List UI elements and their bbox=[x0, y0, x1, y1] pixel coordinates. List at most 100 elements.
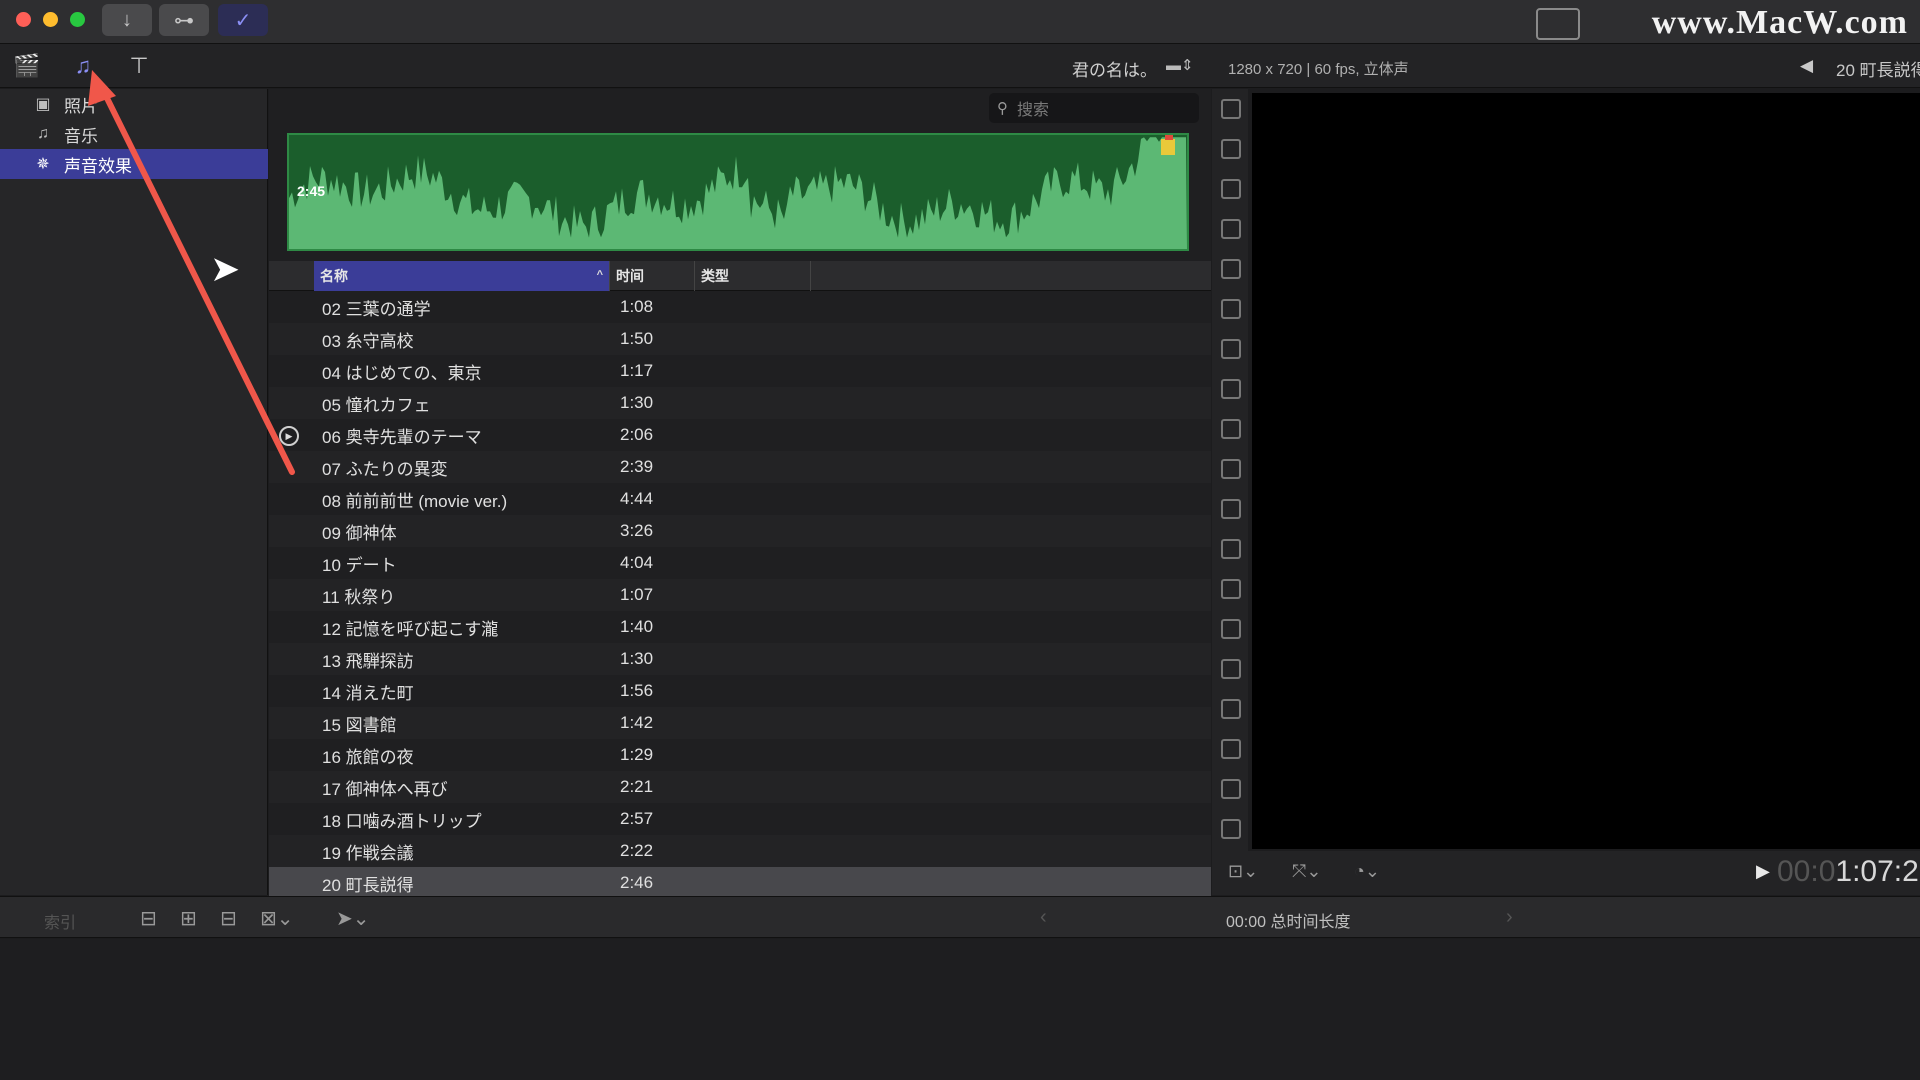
viewer-checkbox[interactable] bbox=[1221, 699, 1241, 719]
viewer-canvas[interactable] bbox=[1252, 93, 1920, 849]
track-name: 20 町長説得 bbox=[322, 875, 414, 895]
track-duration: 1:40 bbox=[620, 617, 654, 636]
viewer-checkbox[interactable] bbox=[1221, 819, 1241, 839]
waveform-graphic bbox=[289, 135, 1187, 249]
track-name: 18 口噛み酒トリップ bbox=[322, 811, 482, 831]
video-format-info: 1280 x 720 | 60 fps, 立体声 bbox=[1228, 61, 1409, 78]
play-icon[interactable]: ▶ bbox=[1756, 861, 1770, 882]
chevron-left-icon[interactable]: ‹ bbox=[1040, 906, 1047, 929]
viewer-checkbox[interactable] bbox=[1221, 739, 1241, 759]
viewer-checkbox[interactable] bbox=[1221, 619, 1241, 639]
table-row[interactable]: 20 町長説得 2:46 bbox=[269, 867, 1211, 899]
table-row[interactable]: 07 ふたりの異変 2:39 bbox=[269, 451, 1211, 483]
track-name: 07 ふたりの異変 bbox=[322, 459, 448, 479]
column-header-type[interactable]: 类型 bbox=[695, 261, 811, 291]
track-duration: 2:22 bbox=[620, 841, 654, 860]
track-duration: 3:26 bbox=[620, 521, 654, 540]
library-name[interactable]: 君の名は。 bbox=[1072, 56, 1157, 81]
background-tasks-button[interactable]: ✓ bbox=[218, 4, 268, 36]
track-name: 16 旅館の夜 bbox=[322, 747, 414, 767]
checkbox-strip bbox=[1212, 89, 1248, 851]
table-row[interactable]: 10 デート 4:04 bbox=[269, 547, 1211, 579]
viewer-checkbox[interactable] bbox=[1221, 179, 1241, 199]
table-row[interactable]: 11 秋祭り 1:07 bbox=[269, 579, 1211, 611]
sidebar-item-label: 音乐 bbox=[64, 126, 98, 146]
table-row[interactable]: 13 飛騨探訪 1:30 bbox=[269, 643, 1211, 675]
mouse-cursor-icon: ➤ bbox=[210, 248, 241, 289]
viewer-checkbox[interactable] bbox=[1221, 259, 1241, 279]
column-header-time[interactable]: 时间 bbox=[610, 261, 695, 291]
viewer-checkbox[interactable] bbox=[1221, 219, 1241, 239]
chevron-right-icon[interactable]: › bbox=[1506, 906, 1513, 929]
sidebar-item-sound-effects[interactable]: ✵ 声音效果 bbox=[0, 149, 268, 179]
viewer-checkbox[interactable] bbox=[1221, 539, 1241, 559]
viewer-checkbox[interactable] bbox=[1221, 779, 1241, 799]
connect-clip-icon[interactable]: ⊟ bbox=[140, 906, 157, 931]
audio-waveform-preview[interactable]: 2:45 bbox=[287, 133, 1189, 251]
table-row[interactable]: 15 図書館 1:42 bbox=[269, 707, 1211, 739]
overwrite-clip-icon[interactable]: ⊠⌄ bbox=[260, 906, 294, 931]
table-row[interactable]: 18 口噛み酒トリップ 2:57 bbox=[269, 803, 1211, 835]
table-row[interactable]: 08 前前前世 (movie ver.) 4:44 bbox=[269, 483, 1211, 515]
library-dropdown-icon[interactable]: ▬⇕ bbox=[1166, 56, 1194, 74]
timeline-area[interactable] bbox=[0, 939, 1920, 1080]
total-duration: 00:00 总时间长度 bbox=[1226, 914, 1351, 931]
media-browser: ⚲ 搜索 2:45 名称 ^ 时间 类型 02 三葉の通学 1:08 03 糸守高校… bbox=[269, 89, 1211, 899]
viewer-checkbox[interactable] bbox=[1221, 139, 1241, 159]
table-row[interactable]: 17 御神体へ再び 2:21 bbox=[269, 771, 1211, 803]
viewer-checkbox[interactable] bbox=[1221, 459, 1241, 479]
viewer-checkbox[interactable] bbox=[1221, 659, 1241, 679]
viewer-checkbox[interactable] bbox=[1221, 339, 1241, 359]
track-name: 10 デート bbox=[322, 555, 397, 575]
viewer-checkbox[interactable] bbox=[1221, 379, 1241, 399]
table-row[interactable]: 16 旅館の夜 1:29 bbox=[269, 739, 1211, 771]
table-row[interactable]: 12 記憶を呼び起こす瀧 1:40 bbox=[269, 611, 1211, 643]
track-name: 04 はじめての、東京 bbox=[322, 363, 482, 383]
table-row[interactable]: 04 はじめての、東京 1:17 bbox=[269, 355, 1211, 387]
table-row[interactable]: 14 消えた町 1:56 bbox=[269, 675, 1211, 707]
maximize-window-button[interactable] bbox=[70, 12, 85, 27]
viewer-controls: ⊡⌄ ⤧⌄ ◔⌄ ▶ 00:01:07:2 bbox=[1212, 851, 1920, 895]
table-row[interactable]: 02 三葉の通学 1:08 bbox=[269, 291, 1211, 323]
photos-audio-icon[interactable]: ♫ bbox=[68, 52, 98, 80]
sound-effects-icon: ✵ bbox=[36, 156, 50, 173]
minimize-window-button[interactable] bbox=[43, 12, 58, 27]
transform-tool-icon[interactable]: ⤧⌄ bbox=[1292, 861, 1321, 882]
view-options-icon[interactable]: ⊡⌄ bbox=[1228, 861, 1258, 882]
titles-generators-icon[interactable]: ⊤ bbox=[124, 52, 154, 80]
sidebar-item-music[interactable]: ♫ 音乐 bbox=[0, 119, 268, 149]
viewer-checkbox[interactable] bbox=[1221, 99, 1241, 119]
track-duration: 1:56 bbox=[620, 681, 654, 700]
play-preview-icon[interactable]: ▶ bbox=[279, 426, 299, 446]
index-button[interactable]: 索引 bbox=[44, 909, 76, 933]
table-row[interactable]: 09 御神体 3:26 bbox=[269, 515, 1211, 547]
table-row[interactable]: ▶ 06 奥寺先輩のテーマ 2:06 bbox=[269, 419, 1211, 451]
photo-icon: ▣ bbox=[35, 96, 51, 113]
column-header-name[interactable]: 名称 ^ bbox=[314, 261, 610, 291]
close-window-button[interactable] bbox=[16, 12, 31, 27]
search-input[interactable]: ⚲ 搜索 bbox=[989, 93, 1199, 123]
viewer bbox=[1212, 89, 1920, 851]
viewer-checkbox[interactable] bbox=[1221, 299, 1241, 319]
table-row[interactable]: 19 作戦会議 2:22 bbox=[269, 835, 1211, 867]
speed-icon[interactable]: ◔⌄ bbox=[1354, 861, 1380, 882]
speaker-icon[interactable]: ◀ bbox=[1800, 56, 1813, 76]
sort-ascending-icon[interactable]: ^ bbox=[597, 269, 603, 281]
insert-clip-icon[interactable]: ⊞ bbox=[180, 906, 197, 931]
viewer-checkbox[interactable] bbox=[1221, 579, 1241, 599]
import-button[interactable]: ↓ bbox=[102, 4, 152, 36]
viewer-checkbox[interactable] bbox=[1221, 419, 1241, 439]
track-list: 02 三葉の通学 1:08 03 糸守高校 1:50 04 はじめての、東京 1:17 05… bbox=[269, 291, 1211, 899]
table-row[interactable]: 05 憧れカフェ 1:30 bbox=[269, 387, 1211, 419]
table-row[interactable]: 03 糸守高校 1:50 bbox=[269, 323, 1211, 355]
keywords-button[interactable]: ⊶ bbox=[159, 4, 209, 36]
browser-toolbar: 🎬 ♫ ⊤ 君の名は。 ▬⇕ 1280 x 720 | 60 fps, 立体声 … bbox=[0, 44, 1920, 88]
append-clip-icon[interactable]: ⊟ bbox=[220, 906, 237, 931]
sidebar-item-photos[interactable]: ▣ 照片 bbox=[0, 89, 268, 119]
libraries-clapper-icon[interactable]: 🎬 bbox=[12, 52, 42, 80]
track-name: 13 飛騨探訪 bbox=[322, 651, 414, 671]
track-name: 08 前前前世 (movie ver.) bbox=[322, 491, 508, 511]
track-name: 09 御神体 bbox=[322, 523, 397, 543]
viewer-checkbox[interactable] bbox=[1221, 499, 1241, 519]
select-tool-icon[interactable]: ➤⌄ bbox=[336, 906, 370, 931]
